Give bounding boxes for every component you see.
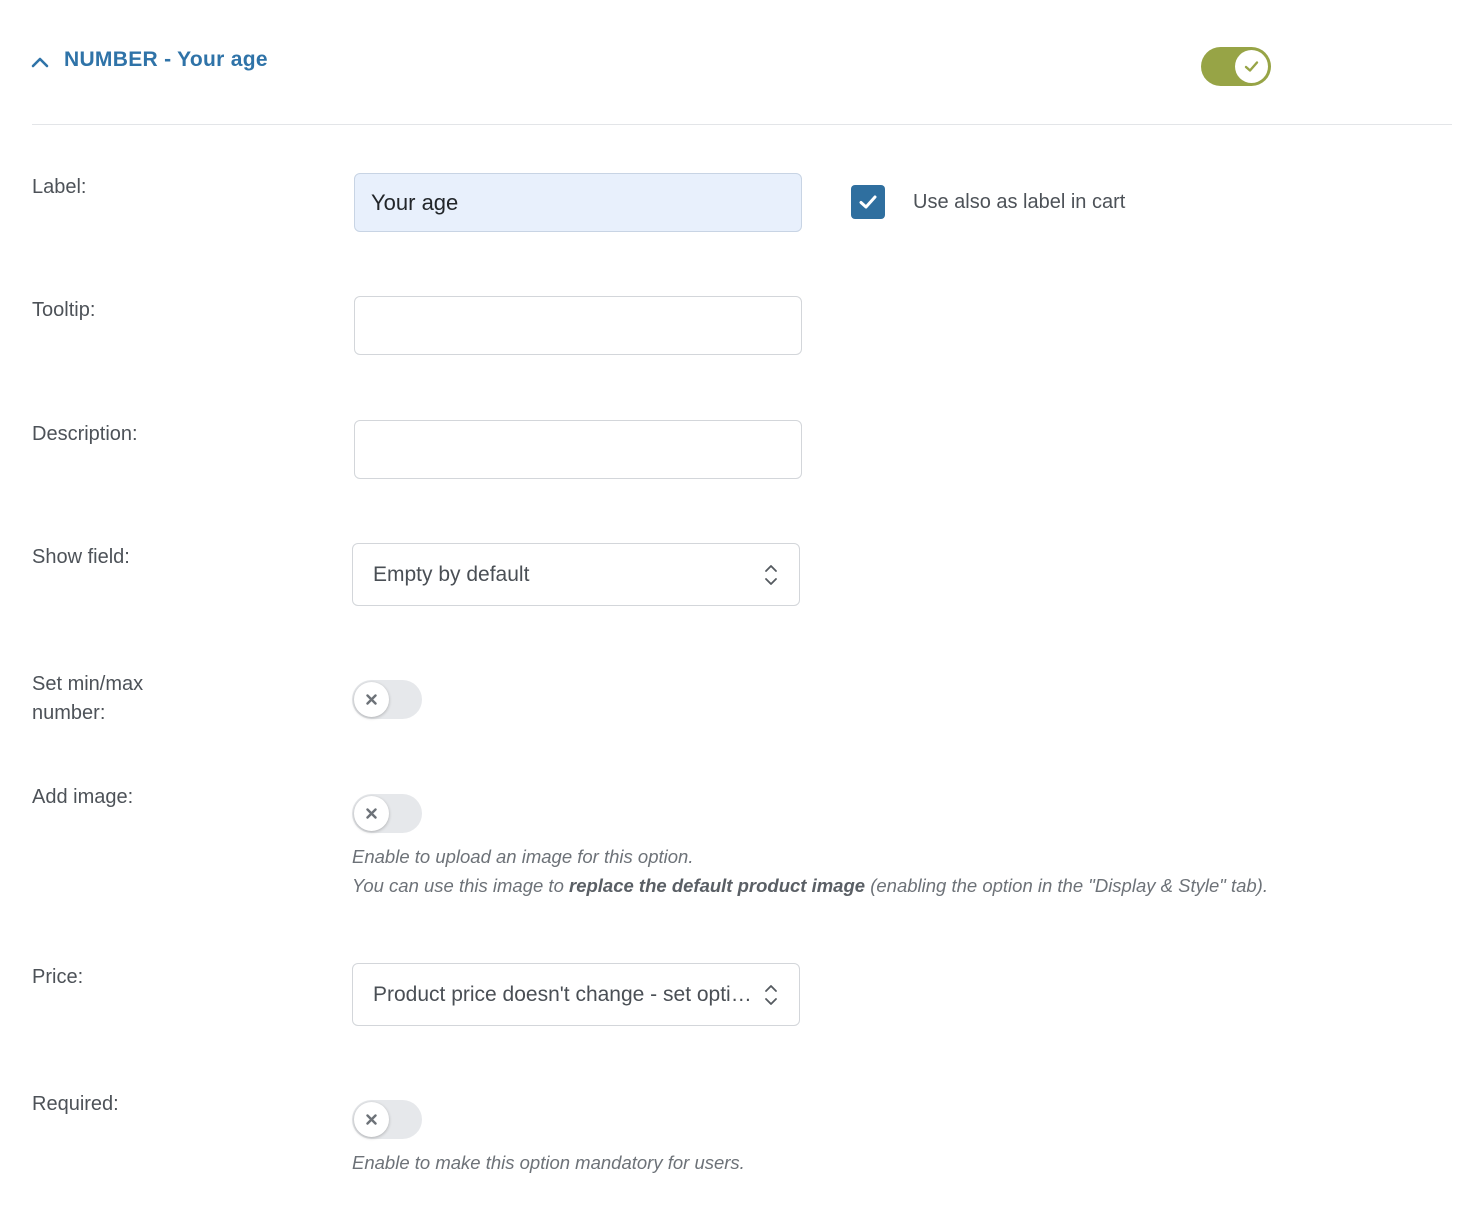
select-arrows-icon: [765, 985, 777, 1005]
option-enabled-toggle[interactable]: [1201, 47, 1271, 86]
description-input[interactable]: [354, 420, 802, 479]
add-image-field-label: Add image:: [32, 786, 134, 808]
required-help: Enable to make this option mandatory for…: [352, 1152, 745, 1173]
min-max-field-label: Set min/max number:: [32, 673, 144, 724]
description-field-label: Description:: [32, 423, 138, 445]
show-field-select[interactable]: Empty by default: [352, 543, 800, 606]
select-arrows-icon: [765, 565, 777, 585]
option-header: NUMBER - Your age: [0, 0, 1478, 124]
label-input[interactable]: Your age: [354, 173, 802, 232]
price-field-label: Price:: [32, 966, 84, 988]
add-image-toggle[interactable]: [352, 794, 422, 833]
min-max-toggle[interactable]: [352, 680, 422, 719]
chevron-up-icon[interactable]: [30, 53, 50, 73]
toggle-knob: [354, 796, 389, 831]
toggle-knob: [354, 1102, 389, 1137]
x-icon: [366, 694, 377, 705]
help-emphasis: replace the default product image: [569, 875, 866, 896]
show-field-label: Show field:: [32, 546, 130, 568]
toggle-knob: [1235, 50, 1268, 83]
label-field-label: Label:: [32, 176, 87, 198]
required-field-label: Required:: [32, 1093, 119, 1115]
use-in-cart-label[interactable]: Use also as label in cart: [913, 188, 1125, 217]
checkmark-icon: [859, 195, 877, 209]
toggle-knob: [354, 682, 389, 717]
add-image-help-line1: Enable to upload an image for this optio…: [352, 846, 694, 867]
add-image-help-line2: You can use this image to replace the de…: [352, 871, 1268, 900]
option-title[interactable]: NUMBER - Your age: [64, 48, 268, 72]
x-icon: [366, 1114, 377, 1125]
price-select[interactable]: Product price doesn't change - set optio…: [352, 963, 800, 1026]
help-text: (enabling the option in the "Display & S…: [865, 875, 1268, 896]
check-icon: [1244, 61, 1259, 72]
help-text: You can use this image to: [352, 875, 569, 896]
required-toggle[interactable]: [352, 1100, 422, 1139]
tooltip-input[interactable]: [354, 296, 802, 355]
header-divider: [32, 124, 1452, 125]
use-in-cart-checkbox[interactable]: [851, 185, 885, 219]
tooltip-field-label: Tooltip:: [32, 299, 96, 321]
x-icon: [366, 808, 377, 819]
